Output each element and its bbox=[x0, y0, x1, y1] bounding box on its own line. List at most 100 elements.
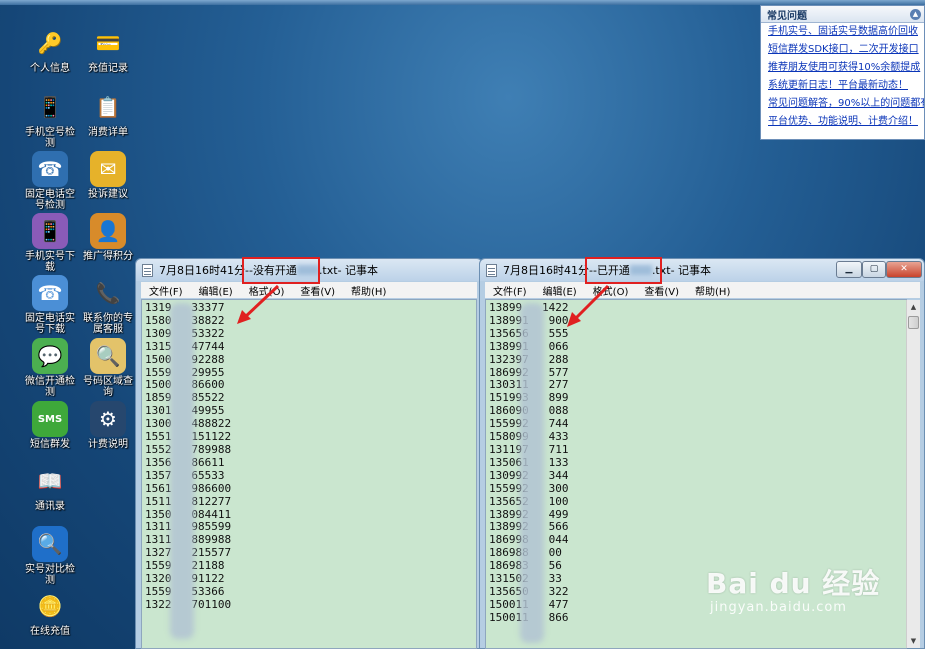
highlight-box-left bbox=[242, 257, 320, 284]
desktop-icon-sms[interactable]: SMS 短信群发 bbox=[22, 401, 78, 450]
baidu-watermark: Bai du 经验 jingyan.baidu.com bbox=[706, 562, 896, 615]
faq-link[interactable]: 手机实号、固话实号数据高价回收 bbox=[761, 23, 924, 41]
desktop-icon-clipboard[interactable]: 📋 消费详单 bbox=[80, 89, 136, 139]
text-line: 1315 47744 bbox=[145, 339, 225, 353]
menu-view[interactable]: 查看(V) bbox=[292, 283, 343, 298]
phone-icon: 📱 bbox=[37, 94, 63, 119]
desktop-icon-label: 充值记录 bbox=[88, 63, 128, 74]
desktop-icon-coins[interactable]: 🪙 在线充值 bbox=[22, 588, 78, 638]
text-line: 138991 900 bbox=[489, 313, 569, 327]
text-line: 1511 812277 bbox=[145, 494, 232, 508]
redaction-blur bbox=[520, 303, 544, 643]
desktop-icon-telephone[interactable]: ☎ 固定电话空号检测 bbox=[22, 151, 78, 211]
menu-help[interactable]: 帮助(H) bbox=[687, 283, 738, 298]
text-line: 130992 344 bbox=[489, 468, 569, 482]
faq-link[interactable]: 常见问题解答，90%以上的问题都有 bbox=[761, 95, 924, 113]
text-line: 132397 288 bbox=[489, 352, 569, 366]
text-line: 1580 38822 bbox=[145, 313, 225, 327]
menu-file[interactable]: 文件(F) bbox=[485, 283, 535, 298]
menu-bar: 文件(F) 编辑(E) 格式(O) 查看(V) 帮助(H) bbox=[141, 282, 477, 298]
text-line: 1552 789988 bbox=[145, 442, 232, 456]
desktop-icon-map-search[interactable]: 🔍 号码区域查询 bbox=[80, 338, 136, 398]
desktop-icon-search[interactable]: 🔍 实号对比检测 bbox=[22, 526, 78, 586]
desktop-icon-label: 投诉建议 bbox=[88, 189, 128, 200]
collapse-icon[interactable]: ▲ bbox=[910, 9, 921, 20]
desktop-icon-address-book[interactable]: 📖 通讯录 bbox=[22, 463, 78, 513]
text-line: 13899 1422 bbox=[489, 301, 569, 314]
watermark-brand: Bai du 经验 bbox=[706, 567, 881, 600]
desktop-icon-label: 号码区域查询 bbox=[83, 376, 133, 398]
scroll-down-icon[interactable]: ▼ bbox=[907, 634, 920, 648]
window-title-prefix: 7月8日16时41分-- bbox=[159, 264, 253, 277]
text-line: 1561 986600 bbox=[145, 481, 232, 495]
faq-link[interactable]: 系统更新日志！平台最新动态！ bbox=[761, 77, 924, 95]
desktop-icon-red-handset[interactable]: 📞 联系你的专属客服 bbox=[80, 275, 136, 336]
desktop-icon-promoter[interactable]: 👤 推广得积分 bbox=[80, 213, 136, 262]
window-title-ext: .txt bbox=[318, 263, 338, 277]
faq-link[interactable]: 短信群发SDK接口，二次开发接口 bbox=[761, 41, 924, 59]
desktop-icon-settings-panel[interactable]: ⚙ 计费说明 bbox=[80, 401, 136, 450]
text-line: 1356 86611 bbox=[145, 455, 225, 469]
mobile-purple-icon: 📱 bbox=[32, 213, 68, 249]
scroll-up-icon[interactable]: ▲ bbox=[907, 300, 920, 314]
clipboard-icon: 📋 bbox=[95, 94, 121, 119]
search-icon: 🔍 bbox=[32, 526, 68, 562]
notepad-icon bbox=[486, 263, 497, 277]
desktop-icon-label: 个人信息 bbox=[30, 63, 70, 74]
desktop-icon-label: 微信开通检测 bbox=[25, 376, 75, 398]
settings-panel-icon: ⚙ bbox=[90, 401, 126, 437]
menu-file[interactable]: 文件(F) bbox=[141, 283, 191, 298]
text-line: 1500 92288 bbox=[145, 352, 225, 366]
window-title-suffix: - 记事本 bbox=[337, 264, 379, 277]
notepad-icon bbox=[142, 263, 153, 277]
text-line: 155992 300 bbox=[489, 481, 569, 495]
desktop-icon-envelope[interactable]: ✉ 投诉建议 bbox=[80, 151, 136, 200]
window-title-prefix: 7月8日16时41分-- bbox=[503, 264, 597, 277]
sms-icon: SMS bbox=[32, 401, 68, 437]
highlight-box-right bbox=[585, 257, 662, 284]
text-line: 1357 65533 bbox=[145, 468, 225, 482]
menu-view[interactable]: 查看(V) bbox=[636, 283, 687, 298]
arrow-icon bbox=[567, 284, 610, 327]
desktop-icon-label: 推广得积分 bbox=[83, 251, 133, 262]
window-title-suffix: - 记事本 bbox=[670, 264, 712, 277]
promoter-icon: 👤 bbox=[90, 213, 126, 249]
desktop-icon-key[interactable]: 🔑 个人信息 bbox=[22, 25, 78, 75]
desktop-icon-label: 联系你的专属客服 bbox=[83, 313, 133, 335]
desktop-icon-mobile-purple[interactable]: 📱 手机实号下载 bbox=[22, 213, 78, 273]
minimize-button[interactable]: ▁ bbox=[836, 261, 862, 278]
faq-link[interactable]: 平台优势、功能说明、计费介绍！ bbox=[761, 113, 924, 131]
address-book-icon: 📖 bbox=[37, 468, 63, 493]
desktop-icon-label: 在线充值 bbox=[30, 626, 70, 637]
desktop-icon-blue-phone[interactable]: ☎ 固定电话实号下载 bbox=[22, 275, 78, 335]
arrow-icon bbox=[237, 284, 280, 324]
key-icon: 🔑 bbox=[37, 30, 63, 55]
redaction-blur bbox=[170, 303, 194, 639]
text-line: 1309 53322 bbox=[145, 326, 225, 340]
close-button[interactable]: ✕ bbox=[886, 261, 922, 278]
coins-icon: 🪙 bbox=[37, 593, 63, 618]
desktop-icon-label: 计费说明 bbox=[88, 439, 128, 450]
faq-link[interactable]: 推荐朋友使用可获得10%余额提成 bbox=[761, 59, 924, 77]
desktop-icon-label: 通讯录 bbox=[35, 501, 65, 512]
text-line: 1559 53366 bbox=[145, 584, 225, 598]
notepad-window-not-activated[interactable]: 7月8日16时41分-- 没有开通 .txt - 记事本 文件(F) 编辑(E)… bbox=[135, 258, 483, 649]
maximize-button[interactable]: ▢ bbox=[862, 261, 886, 278]
text-line: 138991 066 bbox=[489, 339, 569, 353]
menu-help[interactable]: 帮助(H) bbox=[343, 283, 394, 298]
desktop-icon-wechat[interactable]: 💬 微信开通检测 bbox=[22, 338, 78, 398]
envelope-icon: ✉ bbox=[90, 151, 126, 187]
text-line: 1319 33377 bbox=[145, 301, 225, 314]
scroll-thumb[interactable] bbox=[908, 316, 919, 329]
desktop-icon-label: 消费详单 bbox=[88, 127, 128, 138]
desktop-icon-phone[interactable]: 📱 手机空号检测 bbox=[22, 89, 78, 150]
desktop-icon-label: 短信群发 bbox=[30, 439, 70, 450]
vertical-scrollbar[interactable]: ▲ ▼ bbox=[906, 300, 920, 648]
faq-title: 常见问题 bbox=[767, 10, 807, 22]
watermark-url: jingyan.baidu.com bbox=[710, 600, 847, 615]
card-icon: 💳 bbox=[95, 30, 121, 55]
desktop-icon-label: 实号对比检测 bbox=[25, 564, 75, 586]
faq-header: 常见问题 ▲ bbox=[761, 6, 924, 23]
desktop-icon-card[interactable]: 💳 充值记录 bbox=[80, 25, 136, 75]
text-line: 1320 91122 bbox=[145, 572, 225, 586]
